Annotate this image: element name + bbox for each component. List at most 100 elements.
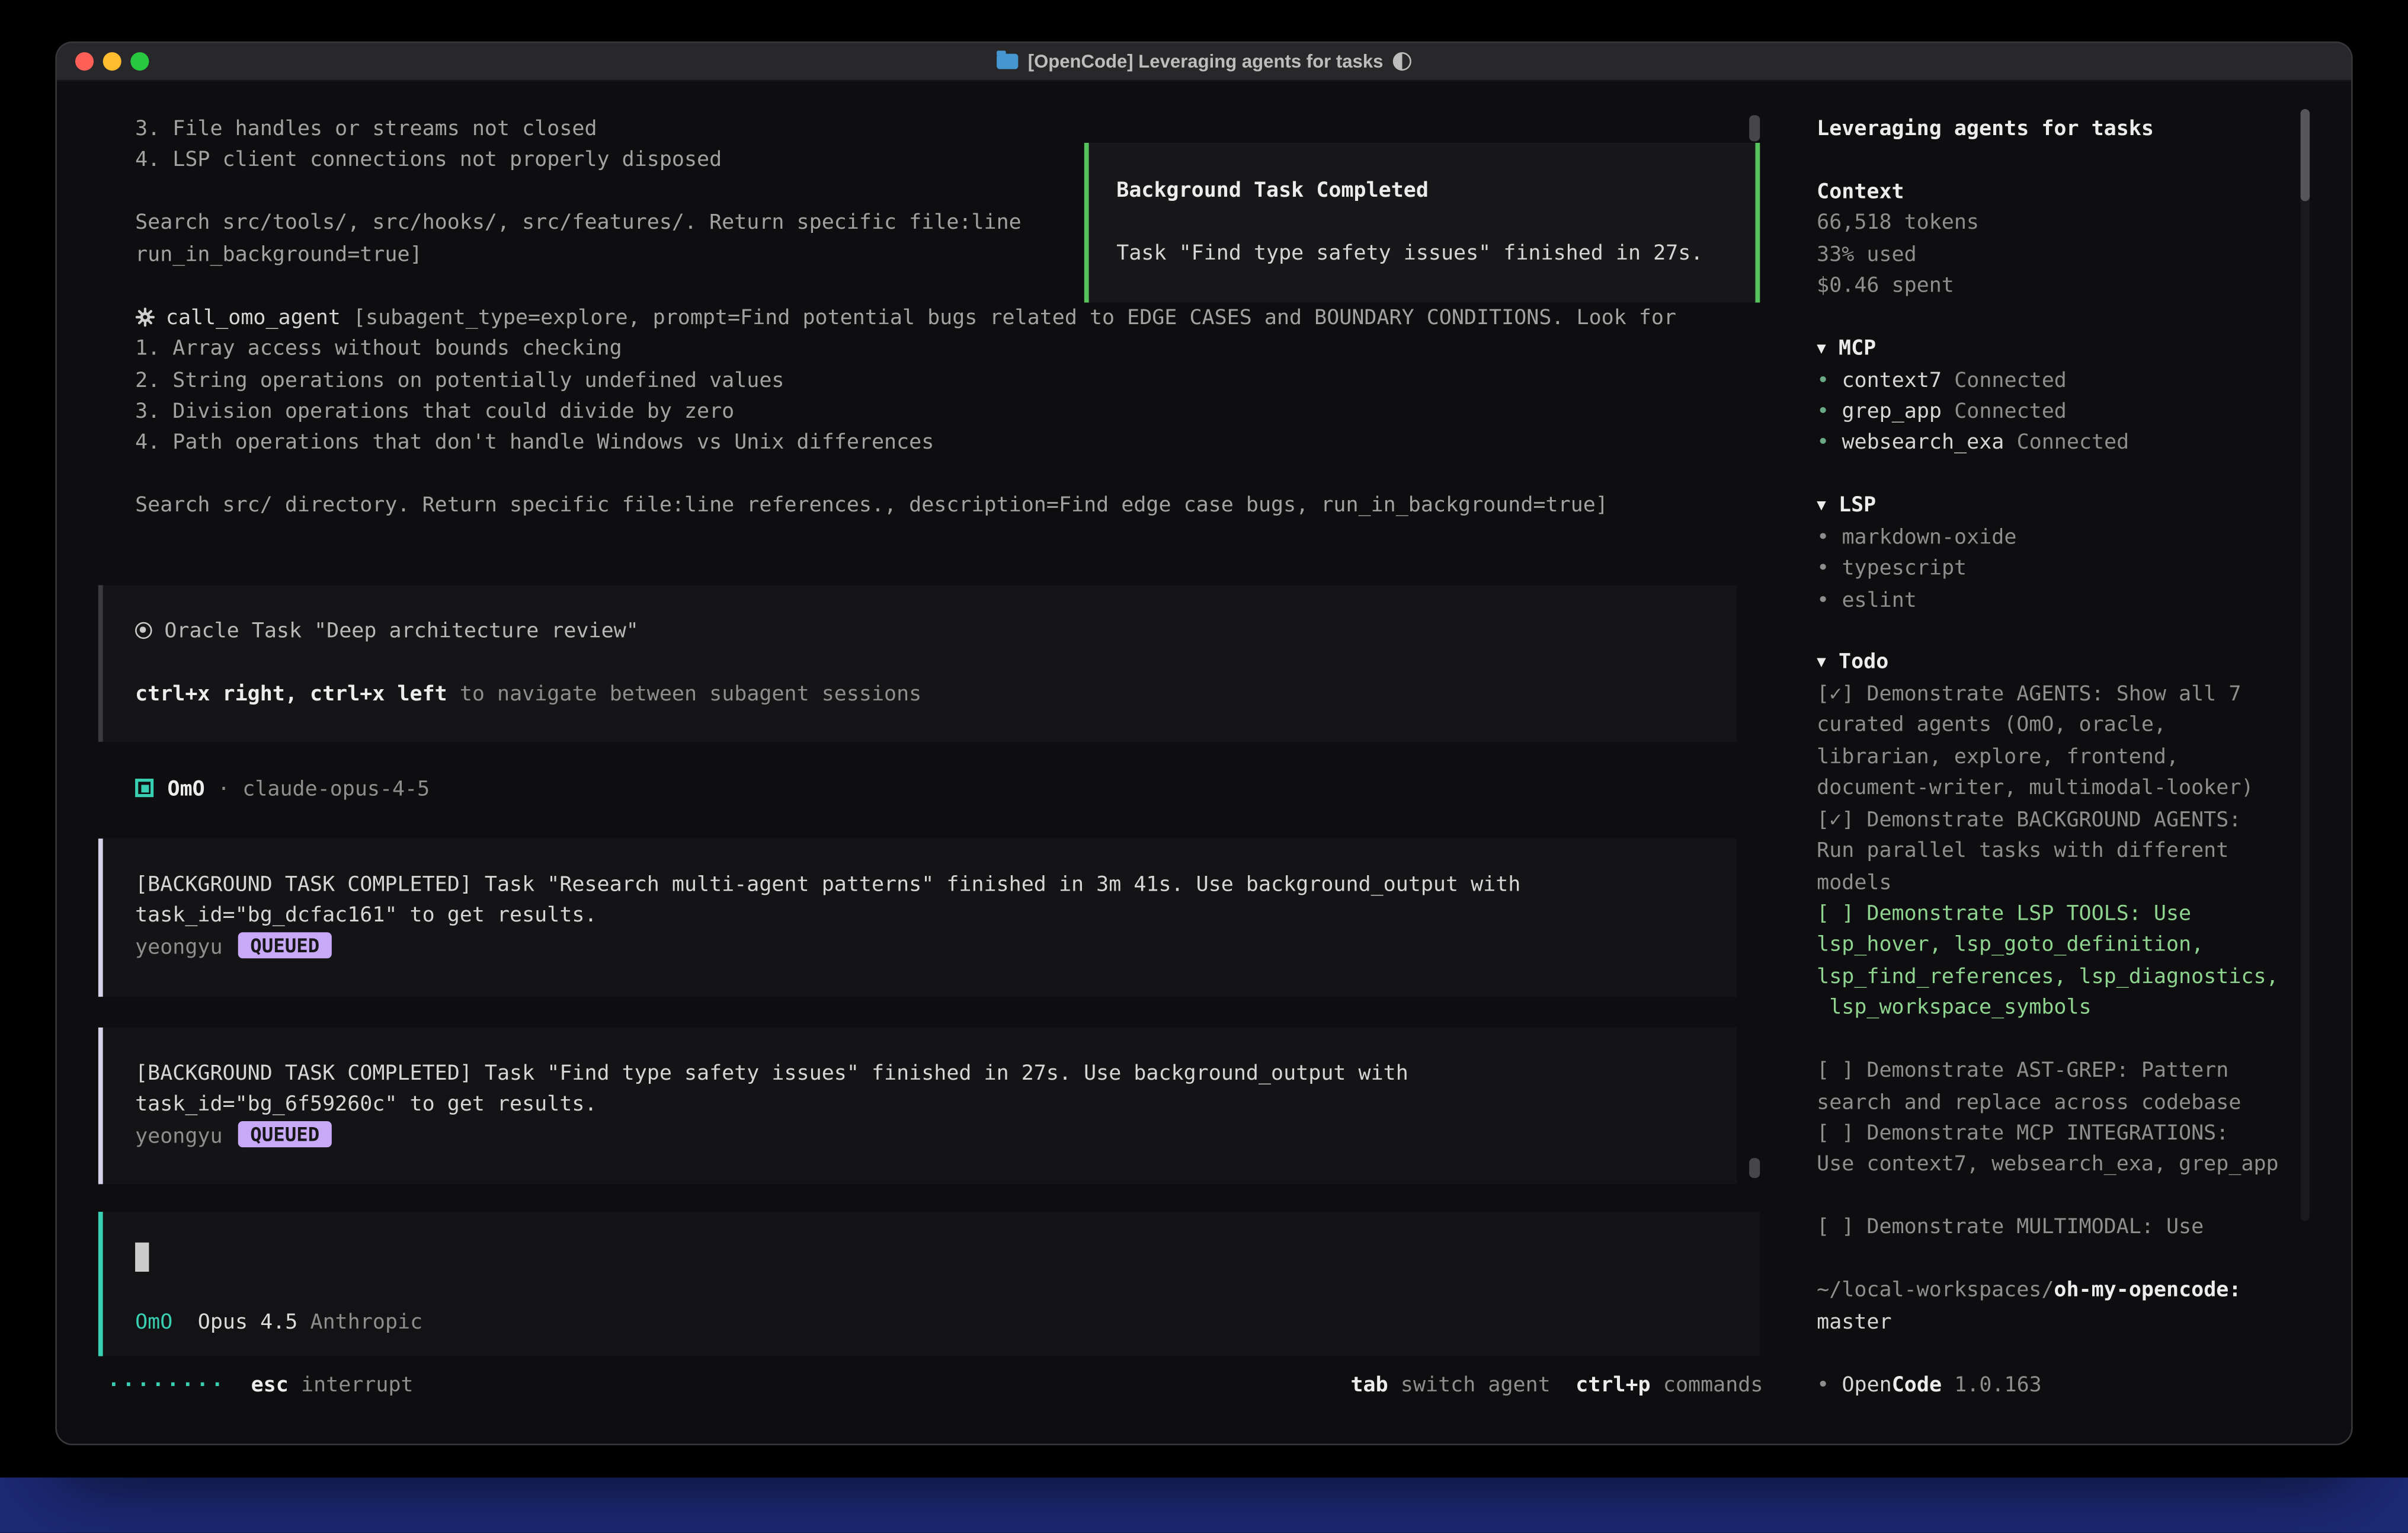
todo-heading-text: Todo xyxy=(1839,650,1888,674)
workspace-branch: master xyxy=(1817,1307,2311,1338)
spacer xyxy=(1817,302,2311,334)
spacer xyxy=(1817,1024,2311,1055)
todo-line-active: lsp_find_references, lsp_diagnostics, xyxy=(1817,961,2311,993)
mcp-heading-text: MCP xyxy=(1839,337,1876,361)
spacer xyxy=(1817,1338,2311,1369)
oracle-nav-hint: ctrl+x right, ctrl+x left to navigate be… xyxy=(135,679,1737,710)
lsp-item-name: typescript xyxy=(1842,556,1967,581)
input-provider-name: Anthropic xyxy=(310,1310,423,1334)
window-title-text: [OpenCode] Leveraging agents for tasks xyxy=(1028,51,1384,72)
hint-text: to navigate between subagent sessions xyxy=(447,681,922,706)
chat-panel: 3. File handles or streams not closed 4.… xyxy=(57,81,1762,1444)
todo-line: Use context7, websearch_exa, grep_app xyxy=(1817,1150,2311,1181)
main-scrollbar-thumb[interactable] xyxy=(1749,1158,1760,1178)
toast-body: Task "Find type safety issues" finished … xyxy=(1116,238,1755,269)
todo-line: [ ] Demonstrate AST-GREP: Pattern xyxy=(1817,1055,2311,1087)
lsp-item-name: markdown-oxide xyxy=(1842,525,2016,549)
message-text: [BACKGROUND TASK COMPLETED] Task "Resear… xyxy=(135,869,1737,901)
todo-line: [ ] Demonstrate MULTIMODAL: Use xyxy=(1817,1212,2311,1244)
sidebar-scrollbar-track[interactable] xyxy=(2301,109,2310,1221)
spacer xyxy=(1817,1181,2311,1212)
prompt-input[interactable]: OmOOpus 4.5Anthropic xyxy=(98,1212,1760,1356)
bullet-icon: • xyxy=(1817,588,1829,612)
chevron-down-icon: ▼ xyxy=(1817,649,1826,680)
lsp-item: • eslint xyxy=(1817,584,2311,616)
session-title-text: Leveraging agents for tasks xyxy=(1817,117,2154,141)
message-author: yeongyu xyxy=(135,935,222,959)
message-meta: yeongyu QUEUED xyxy=(135,1121,1737,1153)
agent-name: OmO xyxy=(168,777,205,801)
window-title: [OpenCode] Leveraging agents for tasks xyxy=(57,43,2351,80)
todo-line-active: [ ] Demonstrate LSP TOOLS: Use xyxy=(1817,898,2311,930)
todo-line: Run parallel tasks with different xyxy=(1817,836,2311,867)
log-line: 4. Path operations that don't handle Win… xyxy=(135,428,1676,459)
tool-name: call_omo_agent xyxy=(166,305,341,329)
todo-line: [✓] Demonstrate AGENTS: Show all 7 xyxy=(1817,679,2311,710)
log-line: 2. String operations on potentially unde… xyxy=(135,365,1676,396)
sidebar-scrollbar-thumb[interactable] xyxy=(2301,109,2310,201)
todo-line: librarian, explore, frontend, xyxy=(1817,741,2311,773)
spacer xyxy=(1817,1244,2311,1275)
message-block: [BACKGROUND TASK COMPLETED] Task "Find t… xyxy=(98,1028,1737,1184)
lsp-section-header[interactable]: ▼ LSP xyxy=(1817,490,2311,521)
ctrlp-key-hint: ctrl+p xyxy=(1576,1373,1650,1397)
text-cursor xyxy=(135,1243,149,1272)
folder-icon xyxy=(997,54,1019,69)
todo-line: curated agents (OmO, oracle, xyxy=(1817,710,2311,741)
spacer xyxy=(1817,616,2311,647)
session-timer-icon xyxy=(1392,52,1411,71)
todo-line: models xyxy=(1817,867,2311,898)
mcp-section-header[interactable]: ▼MCP xyxy=(1817,334,2311,365)
mcp-item: •websearch_exaConnected xyxy=(1817,428,2311,459)
hint-keys: ctrl+x right, ctrl+x left xyxy=(135,681,447,706)
desktop-bottom-strip xyxy=(0,1477,2408,1532)
message-meta: yeongyu QUEUED xyxy=(135,932,1737,964)
message-text: [BACKGROUND TASK COMPLETED] Task "Find t… xyxy=(135,1058,1737,1090)
tab-key-label: switch agent xyxy=(1401,1373,1551,1397)
mcp-item-name: websearch_exa xyxy=(1842,431,2004,455)
oracle-task-title: Oracle Task "Deep architecture review" xyxy=(135,616,1737,647)
spacer xyxy=(1116,206,1755,238)
mcp-item-name: context7 xyxy=(1842,368,1942,392)
tool-call-line: call_omo_agent [subagent_type=explore, pr… xyxy=(135,302,1676,334)
app-version: •OpenCode1.0.163 xyxy=(1817,1369,2311,1401)
status-left: ········escinterrupt xyxy=(107,1373,413,1397)
context-tokens: 66,518 tokens xyxy=(1817,208,2311,239)
context-spent: $0.46 spent xyxy=(1817,271,2311,302)
lsp-item-name: eslint xyxy=(1842,588,1916,612)
bullet-icon: • xyxy=(1817,1372,1829,1397)
message-text: task_id="bg_6f59260c" to get results. xyxy=(135,1090,1737,1121)
tool-args: [subagent_type=explore, prompt=Find pote… xyxy=(353,305,1676,329)
workspace-path-prefix: ~/local-workspaces/ xyxy=(1817,1278,2054,1302)
notification-toast[interactable]: Background Task Completed Task "Find typ… xyxy=(1084,143,1760,303)
mcp-item: •context7Connected xyxy=(1817,365,2311,396)
bullet-icon: • xyxy=(1817,556,1829,581)
lsp-item: •markdown-oxide xyxy=(1817,521,2311,553)
separator-dot: · xyxy=(217,777,230,801)
mcp-item-status: Connected xyxy=(1954,368,2067,392)
status-bar: ········escinterrupt tabswitch agentctrl… xyxy=(107,1368,1763,1402)
oracle-task-panel[interactable]: Oracle Task "Deep architecture review" c… xyxy=(98,585,1737,741)
message-author: yeongyu xyxy=(135,1124,222,1148)
context-used: 33% used xyxy=(1817,239,2311,271)
agent-checkbox-icon xyxy=(135,779,153,797)
esc-key-hint: esc xyxy=(251,1373,289,1397)
main-scrollbar-thumb[interactable] xyxy=(1749,115,1760,141)
toast-title: Background Task Completed xyxy=(1116,175,1755,206)
todo-section-header[interactable]: ▼ Todo xyxy=(1817,647,2311,679)
queued-badge: QUEUED xyxy=(238,932,332,958)
lsp-heading-text: LSP xyxy=(1839,494,1876,518)
spacer xyxy=(135,647,1737,679)
terminal-window: [OpenCode] Leveraging agents for tasks 3… xyxy=(57,43,2351,1444)
todo-line: document-writer, multimodal-looker) xyxy=(1817,773,2311,804)
spacer xyxy=(135,459,1676,490)
window-titlebar[interactable]: [OpenCode] Leveraging agents for tasks xyxy=(57,43,2351,82)
message-text: task_id="bg_dcfac161" to get results. xyxy=(135,901,1737,932)
log-line: 3. Division operations that could divide… xyxy=(135,396,1676,428)
subagent-session-header[interactable]: OmO·claude-opus-4-5 xyxy=(135,774,430,805)
chevron-down-icon: ▼ xyxy=(1817,492,1826,523)
queued-badge: QUEUED xyxy=(238,1121,332,1147)
todo-line-active: lsp_workspace_symbols xyxy=(1817,993,2311,1024)
mcp-item-name: grep_app xyxy=(1842,399,1942,424)
mcp-item: •grep_appConnected xyxy=(1817,396,2311,428)
